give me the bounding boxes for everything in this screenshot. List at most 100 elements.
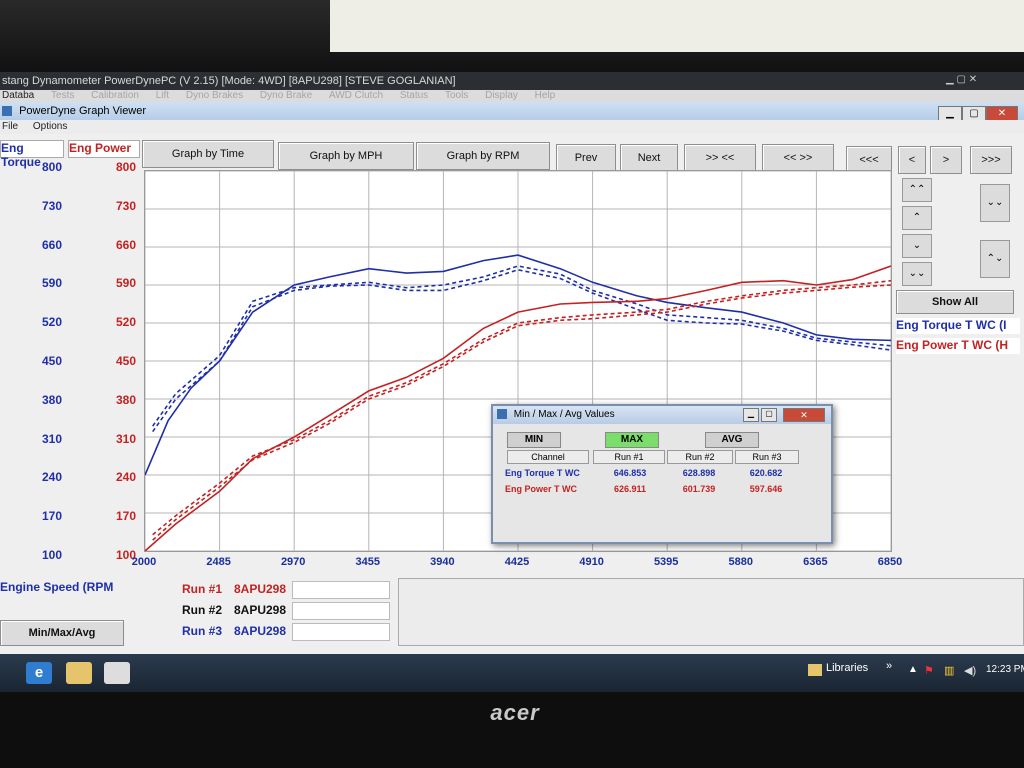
header-run1: Run #1 xyxy=(593,450,665,464)
tray-arrow-icon[interactable]: ▲ xyxy=(908,664,918,675)
dialog-maximize-button[interactable]: ▢ xyxy=(761,408,777,422)
rpm-tick-label: 4910 xyxy=(579,556,604,568)
dialog-close-button[interactable]: ✕ xyxy=(783,408,825,422)
next-button[interactable]: Next xyxy=(620,144,678,172)
run1-notes xyxy=(292,581,390,599)
run-details-panel xyxy=(398,578,1024,646)
scroll-right-fast-button[interactable]: >>> xyxy=(970,146,1012,174)
graph-by-mph-button[interactable]: Graph by MPH xyxy=(278,142,414,170)
app-title-bar: stang Dynamometer PowerDynePC (V 2.15) [… xyxy=(0,72,1024,90)
power-axis-title: Eng Power xyxy=(68,140,140,158)
app-taskbar-icon[interactable] xyxy=(104,662,130,684)
prev-button[interactable]: Prev xyxy=(556,144,616,172)
rpm-tick-label: 2970 xyxy=(280,556,306,568)
rpm-tick-label: 5880 xyxy=(728,556,754,568)
torque-tick-label: 800 xyxy=(41,160,62,174)
app-menu-item[interactable]: Status xyxy=(400,90,428,101)
rpm-tick-label: 6850 xyxy=(877,556,903,568)
power-tick-label: 730 xyxy=(115,198,136,213)
app-menu-item[interactable]: Calibration xyxy=(91,90,139,101)
libraries-toolbar[interactable]: Libraries xyxy=(826,662,868,674)
avg-button[interactable]: AVG xyxy=(705,432,759,448)
row-power-channel: Eng Power T WC xyxy=(505,484,577,494)
legend-torque[interactable]: Eng Torque T WC (I xyxy=(896,318,1020,334)
min-max-avg-dialog: Min / Max / Avg Values ▁ ▢ ✕ MIN MAX AVG… xyxy=(491,404,833,544)
power-tick-label: 660 xyxy=(115,237,136,252)
app-menu-item[interactable]: Tests xyxy=(51,90,74,101)
ie-icon[interactable]: e xyxy=(26,662,52,684)
volume-icon[interactable]: ◀) xyxy=(964,664,976,677)
zoom-in-button[interactable]: >> << xyxy=(684,144,756,172)
show-all-button[interactable]: Show All xyxy=(896,290,1014,314)
app-menu-item[interactable]: Dyno Brakes xyxy=(186,90,243,101)
legend-power[interactable]: Eng Power T WC (H xyxy=(896,338,1020,354)
min-button[interactable]: MIN xyxy=(507,432,561,448)
app-menu-item[interactable]: Databa xyxy=(2,90,34,101)
scroll-left-button[interactable]: < xyxy=(898,146,926,174)
graph-by-time-button[interactable]: Graph by Time xyxy=(142,140,274,168)
rpm-tick-label: 2485 xyxy=(206,556,231,568)
scroll-right-button[interactable]: > xyxy=(930,146,962,174)
app-menu-item[interactable]: Lift xyxy=(156,90,169,101)
header-run2: Run #2 xyxy=(667,450,733,464)
zoom-out-button[interactable]: << >> xyxy=(762,144,834,172)
scale-up-button[interactable]: ⌃ xyxy=(902,206,932,230)
row-torque-channel: Eng Torque T WC xyxy=(505,468,580,478)
explorer-icon[interactable] xyxy=(66,662,92,684)
header-run3: Run #3 xyxy=(735,450,799,464)
power-tick-label: 450 xyxy=(115,354,136,368)
clock[interactable]: 12:23 PM xyxy=(986,664,1024,675)
app-menu-bar: Databa Tests Calibration Lift Dyno Brake… xyxy=(0,90,1024,102)
header-channel: Channel xyxy=(507,450,589,464)
toolbar-overflow-icon[interactable]: » xyxy=(886,660,892,672)
app-menu-item[interactable]: Tools xyxy=(445,90,468,101)
scale-down-fast-button[interactable]: ⌄⌄ xyxy=(902,262,932,286)
row-torque-run1: 646.853 xyxy=(613,468,647,478)
max-button[interactable]: MAX xyxy=(605,432,659,448)
torque-tick-label: 170 xyxy=(41,509,62,524)
dialog-icon xyxy=(497,409,507,420)
menu-options[interactable]: Options xyxy=(33,121,67,132)
torque-tick-label: 310 xyxy=(41,431,62,446)
rpm-tick-label: 2000 xyxy=(131,556,157,568)
run2-label: Run #2 xyxy=(181,603,222,617)
background-wall xyxy=(330,0,1024,52)
viewer-title-bar: PowerDyne Graph Viewer xyxy=(0,102,1024,120)
action-center-icon[interactable]: ⚑ xyxy=(924,664,934,677)
row-torque-run3: 620.682 xyxy=(749,468,783,478)
run3-label: Run #3 xyxy=(181,624,222,638)
torque-tick-label: 100 xyxy=(41,548,62,562)
dialog-minimize-button[interactable]: ▁ xyxy=(743,408,759,422)
power-tick-label: 520 xyxy=(115,315,136,330)
monitor-logo: acer xyxy=(490,700,540,725)
rpm-tick-label: 5395 xyxy=(653,556,679,568)
app-menu-item[interactable]: AWD Clutch xyxy=(329,90,383,101)
torque-tick-label: 520 xyxy=(41,315,62,330)
offset-down-fast-button[interactable]: ⌄⌄ xyxy=(980,184,1010,222)
run2-value: 8APU298 xyxy=(234,603,287,617)
app-menu-item[interactable]: Help xyxy=(535,90,556,101)
app-window-controls[interactable]: ▁ ▢ ✕ xyxy=(946,74,977,85)
app-menu-item[interactable]: Display xyxy=(485,90,518,101)
torque-tick-label: 660 xyxy=(41,237,62,252)
scale-down-button[interactable]: ⌄ xyxy=(902,234,932,258)
power-tick-label: 590 xyxy=(115,276,136,291)
run3-value: 8APU298 xyxy=(234,624,287,638)
run1-label: Run #1 xyxy=(181,582,222,596)
torque-tick-label: 450 xyxy=(41,354,62,368)
min-max-avg-button[interactable]: Min/Max/Avg xyxy=(0,620,124,646)
torque-tick-label: 730 xyxy=(41,198,62,213)
libraries-icon xyxy=(808,664,822,676)
power-tick-label: 170 xyxy=(115,509,136,524)
network-icon[interactable]: ▥ xyxy=(944,664,954,677)
menu-file[interactable]: File xyxy=(2,121,18,132)
rpm-tick-label: 6365 xyxy=(803,556,828,568)
offset-up-down-button[interactable]: ⌃⌄ xyxy=(980,240,1010,278)
rpm-tick-label: 3455 xyxy=(355,556,381,568)
taskbar xyxy=(0,654,1024,692)
scale-up-fast-button[interactable]: ⌃⌃ xyxy=(902,178,932,202)
power-tick-label: 800 xyxy=(115,160,136,174)
row-power-run3: 597.646 xyxy=(749,484,783,494)
graph-by-rpm-button[interactable]: Graph by RPM xyxy=(416,142,550,170)
app-menu-item[interactable]: Dyno Brake xyxy=(260,90,312,101)
